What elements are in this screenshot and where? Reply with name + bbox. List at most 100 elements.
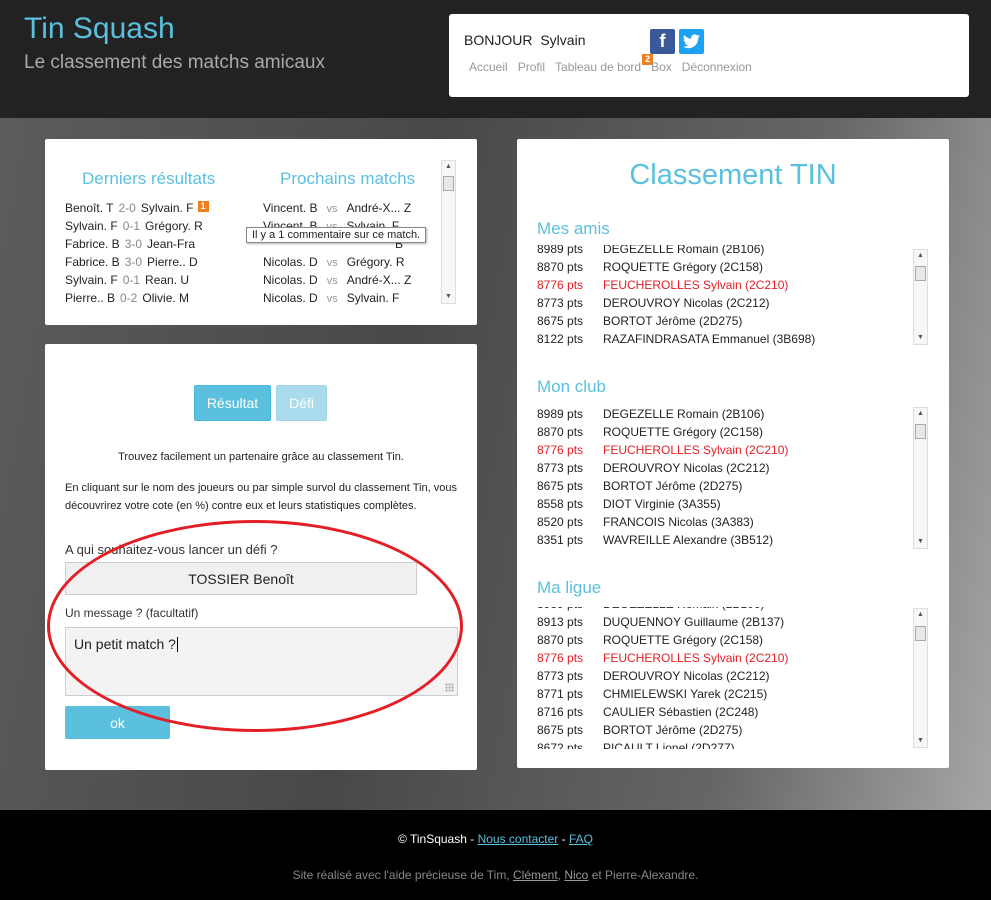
player-name[interactable]: PICAULT Lionel (2D277): [603, 741, 735, 749]
player-name[interactable]: BORTOT Jérôme (2D275): [603, 479, 742, 497]
player-name[interactable]: CHMIELEWSKI Yarek (2C215): [603, 687, 767, 705]
facebook-icon[interactable]: f: [650, 29, 675, 54]
scroll-thumb[interactable]: [915, 424, 926, 439]
resize-grip-icon[interactable]: [445, 683, 454, 692]
rank-row[interactable]: 8913 pts DUQUENNOY Guillaume (2B137): [537, 615, 929, 633]
player-2[interactable]: Jean-Fra: [147, 237, 195, 251]
twitter-icon[interactable]: [679, 29, 704, 54]
rank-row[interactable]: 8773 pts DEROUVROY Nicolas (2C212): [537, 296, 929, 314]
player-name[interactable]: ROQUETTE Grégory (2C158): [603, 425, 763, 443]
player-name[interactable]: FEUCHEROLLES Sylvain (2C210): [603, 651, 788, 669]
rank-row-me[interactable]: 8776 pts FEUCHEROLLES Sylvain (2C210): [537, 278, 929, 296]
rank-row[interactable]: 8675 pts BORTOT Jérôme (2D275): [537, 479, 929, 497]
player-name[interactable]: DUQUENNOY Guillaume (2B137): [603, 615, 784, 633]
result-row[interactable]: Fabrice. B 3-0 Pierre.. D: [65, 255, 198, 273]
scroll-thumb[interactable]: [915, 266, 926, 281]
nav-tableau-de-bord[interactable]: Tableau de bord 2: [555, 54, 654, 74]
player-2[interactable]: Grégory. R: [347, 255, 405, 269]
player-name[interactable]: DEROUVROY Nicolas (2C212): [603, 669, 770, 687]
upcoming-row[interactable]: Nicolas. D vs Grégory. R: [263, 255, 404, 273]
player-name[interactable]: DIOT Virginie (3A355): [603, 497, 721, 515]
player-name[interactable]: DEROUVROY Nicolas (2C212): [603, 461, 770, 479]
player-1[interactable]: Vincent. B: [263, 201, 317, 215]
scroll-down-icon[interactable]: ▼: [442, 291, 455, 303]
nav-profil[interactable]: Profil: [518, 60, 545, 74]
rank-row[interactable]: 8716 pts CAULIER Sébastien (2C248): [537, 705, 929, 723]
rank-row[interactable]: 8773 pts DEROUVROY Nicolas (2C212): [537, 669, 929, 687]
player-1[interactable]: Sylvain. F: [65, 273, 118, 287]
result-row[interactable]: Fabrice. B 3-0 Jean-Fra: [65, 237, 195, 255]
upcoming-row[interactable]: Vincent. B vs André-X... Z: [263, 201, 411, 219]
site-title[interactable]: Tin Squash: [24, 12, 175, 46]
player-2[interactable]: Sylvain. F: [141, 201, 194, 215]
player-2[interactable]: Sylvain. F: [347, 291, 400, 305]
result-row[interactable]: Sylvain. F 0-1 Grégory. R: [65, 219, 203, 237]
player-name[interactable]: ROQUETTE Grégory (2C158): [603, 633, 763, 651]
player-name[interactable]: FRANCOIS Nicolas (3A383): [603, 515, 754, 533]
rank-row[interactable]: 8672 pts PICAULT Lionel (2D277): [537, 741, 929, 749]
player-2[interactable]: Grégory. R: [145, 219, 203, 233]
player-2[interactable]: Pierre.. D: [147, 255, 198, 269]
tab-challenge[interactable]: Défi: [276, 385, 327, 421]
player-name[interactable]: RAZAFINDRASATA Emmanuel (3B698): [603, 332, 815, 347]
player-1[interactable]: Nicolas. D: [263, 291, 318, 305]
player-1[interactable]: Nicolas. D: [263, 255, 318, 269]
scroll-thumb[interactable]: [915, 626, 926, 641]
rank-row-me[interactable]: 8776 pts FEUCHEROLLES Sylvain (2C210): [537, 443, 929, 461]
rank-row[interactable]: 8351 pts WAVREILLE Alexandre (3B512): [537, 533, 929, 551]
player-name[interactable]: DEROUVROY Nicolas (2C212): [603, 296, 770, 314]
player-1[interactable]: Fabrice. B: [65, 255, 120, 269]
player-name[interactable]: DEGEZELLE Romain (2B106): [603, 245, 764, 260]
player-2[interactable]: André-X... Z: [347, 273, 412, 287]
player-name[interactable]: CAULIER Sébastien (2C248): [603, 705, 758, 723]
scroll-down-icon[interactable]: ▼: [914, 536, 927, 548]
result-row[interactable]: Sylvain. F 0-1 Rean. U: [65, 273, 189, 291]
credit-link-nico[interactable]: Nico: [564, 868, 588, 882]
tab-result[interactable]: Résultat: [194, 385, 271, 421]
rank-row[interactable]: 8870 pts ROQUETTE Grégory (2C158): [537, 633, 929, 651]
player-name[interactable]: DEGEZELLE Romain (2B106): [603, 607, 764, 615]
message-textarea[interactable]: Un petit match ?: [65, 627, 458, 696]
rank-row[interactable]: 8520 pts FRANCOIS Nicolas (3A383): [537, 515, 929, 533]
result-row[interactable]: Pierre.. B 0-2 Olivie. M: [65, 291, 189, 309]
player-name[interactable]: BORTOT Jérôme (2D275): [603, 723, 742, 741]
nav-accueil[interactable]: Accueil: [469, 60, 508, 74]
league-scrollbar[interactable]: ▲ ▼: [913, 608, 928, 748]
opponent-field[interactable]: TOSSIER Benoît: [65, 562, 417, 595]
scroll-up-icon[interactable]: ▲: [442, 161, 455, 173]
player-1[interactable]: Sylvain. F: [65, 219, 118, 233]
player-name[interactable]: FEUCHEROLLES Sylvain (2C210): [603, 443, 788, 461]
upcoming-row[interactable]: Nicolas. D vs Sylvain. F: [263, 291, 399, 309]
faq-link[interactable]: FAQ: [569, 832, 593, 846]
results-scrollbar[interactable]: ▲ ▼: [441, 160, 456, 304]
nav-box[interactable]: Box: [651, 60, 672, 74]
rank-row[interactable]: 8675 pts BORTOT Jérôme (2D275): [537, 723, 929, 741]
player-name[interactable]: ROQUETTE Grégory (2C158): [603, 260, 763, 278]
rank-row[interactable]: 8773 pts DEROUVROY Nicolas (2C212): [537, 461, 929, 479]
result-row[interactable]: Benoît. T 2-0 Sylvain. F1: [65, 201, 209, 219]
player-name[interactable]: WAVREILLE Alexandre (3B512): [603, 533, 773, 551]
upcoming-row[interactable]: Nicolas. D vs André-X... Z: [263, 273, 411, 291]
scroll-down-icon[interactable]: ▼: [914, 332, 927, 344]
rank-row[interactable]: 8122 pts RAZAFINDRASATA Emmanuel (3B698): [537, 332, 929, 347]
rank-row[interactable]: 8989 ptsDEGEZELLE Romain (2B106): [537, 245, 929, 260]
player-2[interactable]: Olivie. M: [142, 291, 189, 305]
rank-row[interactable]: 8771 pts CHMIELEWSKI Yarek (2C215): [537, 687, 929, 705]
scroll-down-icon[interactable]: ▼: [914, 735, 927, 747]
player-1[interactable]: Benoît. T: [65, 201, 113, 215]
rank-row[interactable]: 8989 ptsDEGEZELLE Romain (2B106): [537, 407, 929, 425]
player-name[interactable]: FEUCHEROLLES Sylvain (2C210): [603, 278, 788, 296]
rank-row[interactable]: 8675 pts BORTOT Jérôme (2D275): [537, 314, 929, 332]
player-1[interactable]: Nicolas. D: [263, 273, 318, 287]
scroll-up-icon[interactable]: ▲: [914, 609, 927, 621]
rank-row[interactable]: 8989 ptsDEGEZELLE Romain (2B106): [537, 607, 929, 615]
scroll-thumb[interactable]: [443, 176, 454, 191]
club-scrollbar[interactable]: ▲ ▼: [913, 407, 928, 549]
credit-link-clement[interactable]: Clément: [513, 868, 558, 882]
comment-badge[interactable]: 1: [197, 201, 209, 212]
player-name[interactable]: DEGEZELLE Romain (2B106): [603, 407, 764, 425]
scroll-up-icon[interactable]: ▲: [914, 408, 927, 420]
rank-row-me[interactable]: 8776 pts FEUCHEROLLES Sylvain (2C210): [537, 651, 929, 669]
rank-row[interactable]: 8870 pts ROQUETTE Grégory (2C158): [537, 425, 929, 443]
nav-deconnexion[interactable]: Déconnexion: [682, 60, 752, 74]
